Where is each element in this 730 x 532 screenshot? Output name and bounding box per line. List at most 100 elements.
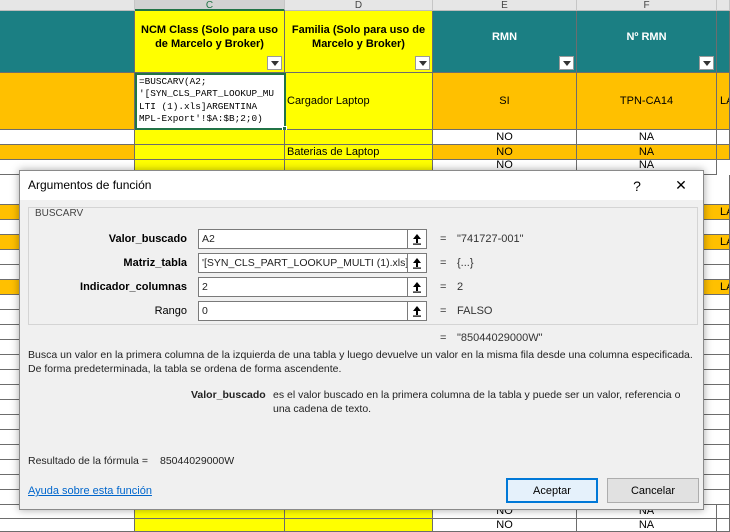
table-cell[interactable] [0, 475, 20, 490]
table-cell-familia[interactable]: Baterias de Laptop [285, 145, 433, 160]
table-cell-rmn[interactable]: NO [433, 130, 577, 145]
table-cell[interactable] [0, 175, 20, 205]
table-cell[interactable] [135, 145, 285, 160]
table-cell[interactable] [704, 430, 730, 445]
table-cell[interactable] [704, 250, 730, 265]
table-cell[interactable] [0, 400, 20, 415]
filter-dropdown-button[interactable] [415, 56, 430, 70]
table-cell[interactable] [704, 265, 730, 280]
table-cell[interactable] [0, 220, 20, 235]
table-cell[interactable] [0, 145, 135, 160]
table-cell-rmn[interactable]: NO [433, 145, 577, 160]
filter-dropdown-button[interactable] [559, 56, 574, 70]
formula-result-label: Resultado de la fórmula = [28, 455, 148, 467]
table-cell[interactable] [0, 235, 20, 250]
table-cell[interactable] [135, 519, 285, 532]
table-cell-nrmn[interactable]: NA [577, 130, 717, 145]
valor-buscado-input[interactable]: A2 [198, 229, 408, 249]
rango-input[interactable]: 0 [198, 301, 408, 321]
table-cell[interactable] [704, 490, 730, 505]
table-cell[interactable] [704, 460, 730, 475]
table-cell[interactable] [704, 310, 730, 325]
table-cell-extra[interactable]: LA [704, 280, 730, 295]
table-cell[interactable] [0, 340, 20, 355]
column-header-e[interactable]: E [433, 0, 577, 11]
table-cell[interactable] [0, 295, 20, 310]
column-header-f[interactable]: F [577, 0, 717, 11]
table-cell[interactable] [717, 130, 730, 145]
header-cell-g[interactable] [717, 11, 730, 73]
table-cell[interactable] [704, 400, 730, 415]
table-cell-nrmn[interactable]: NA [577, 145, 717, 160]
cancel-button[interactable]: Cancelar [607, 478, 699, 503]
table-cell[interactable] [0, 385, 20, 400]
header-cell-ncm[interactable]: NCM Class (Solo para uso de Marcelo y Br… [135, 11, 285, 73]
table-cell[interactable] [0, 370, 20, 385]
table-cell[interactable] [285, 519, 433, 532]
table-cell[interactable] [135, 130, 285, 145]
filter-dropdown-button[interactable] [267, 56, 282, 70]
table-cell[interactable] [285, 130, 433, 145]
table-cell[interactable]: LA [717, 73, 730, 130]
table-cell-rmn[interactable]: NO [433, 519, 577, 532]
table-cell[interactable] [704, 325, 730, 340]
table-cell[interactable] [0, 445, 20, 460]
table-cell[interactable] [0, 355, 20, 370]
collapse-dialog-button[interactable] [407, 229, 427, 249]
matriz-tabla-input[interactable]: '[SYN_CLS_PART_LOOKUP_MULTI (1).xls]ARG [198, 253, 408, 273]
table-cell[interactable] [717, 145, 730, 160]
table-cell[interactable] [704, 340, 730, 355]
table-cell[interactable] [704, 175, 730, 205]
table-cell[interactable] [704, 385, 730, 400]
table-cell[interactable] [704, 445, 730, 460]
table-cell[interactable] [704, 220, 730, 235]
collapse-dialog-button[interactable] [407, 253, 427, 273]
table-cell[interactable] [704, 415, 730, 430]
active-cell-formula[interactable]: =BUSCARV(A2; '[SYN_CLS_PART_LOOKUP_MU LT… [135, 73, 286, 130]
column-header-d[interactable]: D [285, 0, 433, 11]
table-cell[interactable] [0, 205, 20, 220]
collapse-dialog-button[interactable] [407, 277, 427, 297]
table-cell[interactable] [0, 73, 135, 130]
table-cell[interactable] [0, 265, 20, 280]
header-cell-b[interactable] [0, 11, 135, 73]
table-cell[interactable] [0, 460, 20, 475]
header-cell-nrmn[interactable]: Nº RMN [577, 11, 717, 73]
header-cell-familia[interactable]: Familia (Solo para uso de Marcelo y Brok… [285, 11, 433, 73]
column-header-b[interactable] [0, 0, 135, 11]
dropdown-arrow-icon [270, 60, 279, 66]
table-cell[interactable] [717, 519, 730, 532]
help-button[interactable]: ? [617, 171, 657, 200]
table-cell[interactable] [704, 475, 730, 490]
help-link[interactable]: Ayuda sobre esta función [28, 485, 152, 497]
column-header-c[interactable]: C [135, 0, 285, 11]
header-cell-rmn[interactable]: RMN [433, 11, 577, 73]
column-header-g[interactable] [717, 0, 730, 11]
table-cell[interactable] [0, 415, 20, 430]
close-button[interactable]: ✕ [661, 171, 701, 200]
table-cell[interactable] [0, 310, 20, 325]
table-cell-familia[interactable]: Cargador Laptop [285, 73, 433, 130]
table-cell[interactable] [0, 519, 135, 532]
table-cell[interactable] [717, 505, 730, 519]
table-cell[interactable] [704, 295, 730, 310]
table-cell[interactable] [0, 280, 20, 295]
table-cell-extra[interactable]: LA [704, 235, 730, 250]
ok-button[interactable]: Aceptar [506, 478, 598, 503]
table-cell[interactable] [0, 430, 20, 445]
dialog-titlebar[interactable]: Argumentos de función ? ✕ [20, 171, 703, 200]
table-cell-nrmn[interactable]: TPN-CA14 [577, 73, 717, 130]
table-cell[interactable] [0, 250, 20, 265]
table-cell[interactable] [0, 130, 135, 145]
filter-dropdown-button[interactable] [699, 56, 714, 70]
collapse-arrow-icon [413, 282, 421, 293]
table-cell[interactable] [704, 355, 730, 370]
table-cell-nrmn[interactable]: NA [577, 519, 717, 532]
table-cell[interactable] [0, 325, 20, 340]
collapse-dialog-button[interactable] [407, 301, 427, 321]
indicador-columnas-input[interactable]: 2 [198, 277, 408, 297]
table-cell-extra[interactable]: LA [704, 205, 730, 220]
table-cell[interactable] [704, 370, 730, 385]
table-cell-rmn[interactable]: SI [433, 73, 577, 130]
table-cell[interactable] [0, 490, 20, 505]
